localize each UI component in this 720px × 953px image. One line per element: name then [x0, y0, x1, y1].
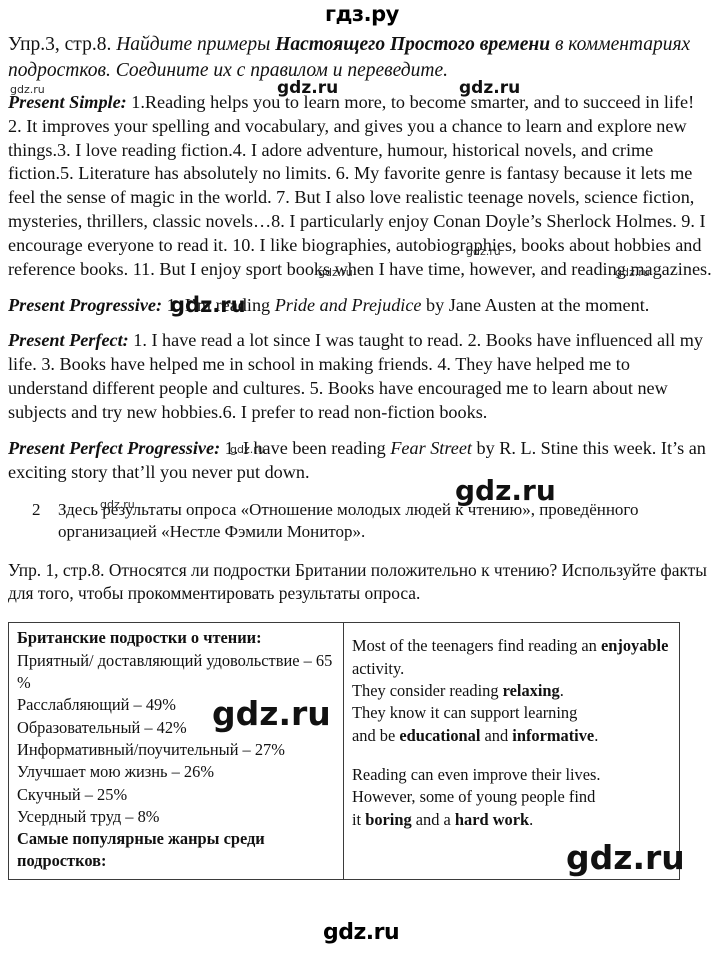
commentary-text: They consider reading	[352, 680, 503, 700]
intro-question-text: Относятся ли подростки Британии положите…	[8, 559, 707, 603]
present-perfect-label: Present Perfect:	[8, 330, 129, 351]
commentary-keyword: informative	[512, 725, 595, 745]
commentary-text: They know it can support learning	[352, 703, 578, 723]
header-brand: гдз.ру	[325, 2, 399, 26]
commentary-line: They consider reading relaxing.	[352, 680, 673, 702]
commentary-text: Reading can even improve their lives.	[352, 764, 601, 784]
commentary-line: it boring and a hard work.	[352, 809, 673, 831]
document-page: Упр.3, стр.8. Найдите примеры Настоящего…	[0, 0, 720, 880]
present-progressive-text-after: by Jane Austen at the moment.	[421, 294, 650, 315]
commentary-text: activity.	[352, 658, 405, 678]
commentary-text: and be	[352, 725, 400, 745]
survey-item: Информативный/поучительный – 27%	[17, 739, 285, 759]
numbered-item-2: 2 Здесь результаты опроса «Отношение мол…	[8, 499, 712, 543]
present-progressive-label: Present Progressive:	[8, 294, 163, 315]
commentary-line: However, some of young people find	[352, 786, 673, 808]
commentary-keyword: relaxing	[502, 680, 560, 700]
present-progressive-book-title: Pride and Prejudice	[274, 294, 422, 315]
survey-footer-heading: Самые популярные жанры среди подростков:	[17, 829, 265, 871]
commentary-gap	[352, 747, 673, 764]
commentary-line: They know it can support learning	[352, 702, 673, 724]
present-perfect-paragraph: Present Perfect: 1. I have read a lot si…	[8, 329, 712, 424]
survey-item: Расслабляющий – 49%	[17, 695, 176, 715]
table-cell-english-commentary: Most of the teenagers find reading an en…	[343, 622, 680, 880]
commentary-keyword: enjoyable	[600, 636, 669, 656]
present-simple-label: Present Simple:	[8, 91, 127, 112]
present-perfect-progressive-label: Present Perfect Progressive:	[8, 437, 221, 458]
commentary-text: .	[559, 680, 564, 700]
numbered-item-text: Здесь результаты опроса «Отношение молод…	[58, 499, 639, 541]
present-perfect-progressive-text-before: 1. I have been reading	[224, 437, 391, 458]
commentary-text: and	[480, 725, 513, 745]
commentary-keyword: boring	[365, 809, 412, 829]
numbered-item-number: 2	[32, 499, 41, 519]
commentary-line: Reading can even improve their lives.	[352, 764, 673, 786]
survey-item: Приятный/ доставляющий удовольствие – 65…	[17, 650, 333, 692]
footer-brand: gdz.ru	[323, 920, 400, 945]
survey-item: Скучный – 25%	[17, 784, 128, 804]
commentary-text: However, some of young people find	[352, 787, 596, 807]
commentary-text: .	[529, 809, 534, 829]
task-instruction-bold: Настоящего Простого времени	[275, 34, 551, 55]
task-ref: Упр.3, стр.8.	[8, 34, 112, 55]
commentary-keyword: educational	[399, 725, 481, 745]
table-cell-survey-results: Британские подростки о чтении: Приятный/…	[8, 622, 344, 880]
intro-question: Упр. 1, стр.8. Относятся ли подростки Бр…	[8, 559, 712, 605]
commentary-line: and be educational and informative.	[352, 725, 673, 747]
commentary-text: and a	[411, 809, 455, 829]
present-simple-text: 1.Reading helps you to learn more, to be…	[8, 91, 712, 279]
commentary-line: Most of the teenagers find reading an en…	[352, 635, 673, 680]
intro-question-ref: Упр. 1, стр.8.	[8, 559, 105, 580]
commentary-keyword: hard work	[454, 809, 530, 829]
table-row: Британские подростки о чтении: Приятный/…	[8, 622, 680, 880]
commentary-text: .	[594, 725, 599, 745]
commentary-text: it	[352, 809, 366, 829]
survey-item: Образовательный – 42%	[17, 717, 187, 737]
survey-heading: Британские подростки о чтении:	[17, 628, 262, 648]
survey-item: Улучшает мою жизнь – 26%	[17, 762, 214, 782]
present-simple-paragraph: Present Simple: 1.Reading helps you to l…	[8, 91, 712, 282]
present-perfect-progressive-book-title: Fear Street	[390, 437, 472, 458]
survey-item: Усердный труд – 8%	[17, 806, 160, 826]
facts-table: Британские подростки о чтении: Приятный/…	[8, 622, 680, 880]
task-instruction-part1: Найдите примеры	[116, 34, 276, 55]
present-progressive-paragraph: Present Progressive: 1. I’m reading Prid…	[8, 294, 712, 318]
commentary-text: Most of the teenagers find reading an	[352, 636, 601, 656]
present-perfect-progressive-paragraph: Present Perfect Progressive: 1. I have b…	[8, 437, 712, 485]
present-progressive-text-before: 1. I’m reading	[166, 294, 275, 315]
